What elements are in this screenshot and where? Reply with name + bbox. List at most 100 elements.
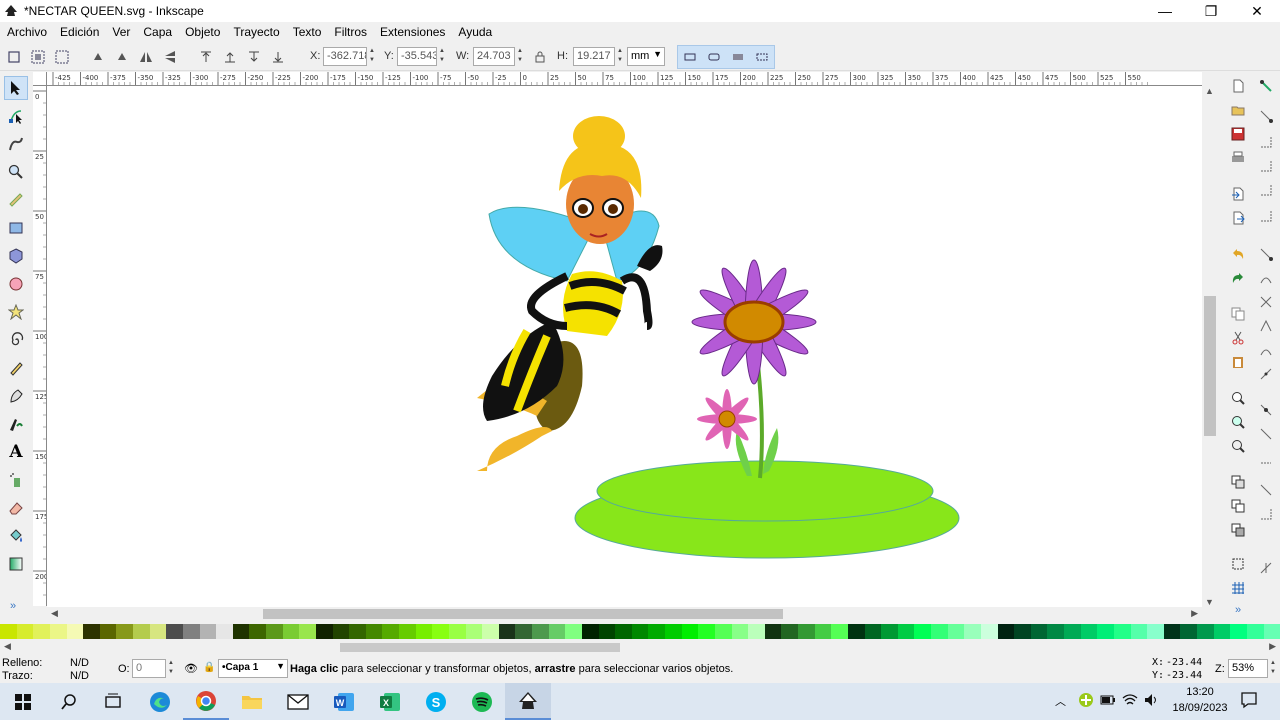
scroll-left-icon[interactable]: ◀: [51, 608, 58, 619]
palette-swatch[interactable]: [498, 624, 516, 639]
opacity-spinner[interactable]: ▲ ▼: [166, 659, 176, 678]
scale-stroke-icon[interactable]: [680, 47, 700, 67]
scale-radii-icon[interactable]: [704, 47, 724, 67]
palette-swatch[interactable]: [931, 624, 948, 639]
snap-path-icon[interactable]: [1256, 268, 1276, 288]
file-explorer-icon[interactable]: [229, 683, 275, 720]
palette-swatch[interactable]: [631, 624, 649, 639]
y-spinner[interactable]: ▲ ▼: [437, 47, 447, 66]
stroke-value[interactable]: N/D: [70, 670, 89, 682]
palette-swatch[interactable]: [166, 624, 183, 639]
search-icon[interactable]: [46, 683, 92, 720]
notifications-icon[interactable]: [1240, 691, 1258, 712]
node-icon[interactable]: [4, 104, 28, 128]
palette-swatch[interactable]: [33, 624, 50, 639]
pencil-icon[interactable]: [4, 356, 28, 380]
palette-swatch[interactable]: [914, 624, 931, 639]
rotate-cw-icon[interactable]: [112, 47, 132, 67]
menu-extensiones[interactable]: Extensiones: [373, 25, 451, 39]
palette-swatch[interactable]: [465, 624, 483, 639]
snap-rotation-icon[interactable]: [1256, 424, 1276, 444]
palette-swatch[interactable]: [1246, 624, 1264, 639]
palette-swatch[interactable]: [665, 624, 682, 639]
palette-swatch[interactable]: [515, 624, 532, 639]
copy-icon[interactable]: [1228, 304, 1248, 324]
skype-icon[interactable]: S: [413, 683, 459, 720]
duplicate-icon[interactable]: [1228, 472, 1248, 492]
palette-swatch[interactable]: [897, 624, 915, 639]
palette-swatch[interactable]: [399, 624, 416, 639]
palette-scroll-right-icon[interactable]: ▶: [1269, 641, 1276, 652]
toolbox-overflow-icon[interactable]: »: [10, 600, 16, 612]
fill-value[interactable]: N/D: [70, 657, 89, 669]
battery-icon[interactable]: [1100, 693, 1116, 710]
maximize-icon[interactable]: ❐: [1188, 0, 1234, 22]
spiral-icon[interactable]: [4, 328, 28, 352]
palette-swatch[interactable]: [798, 624, 815, 639]
h-input[interactable]: 19.217: [573, 47, 615, 66]
edge-icon[interactable]: [137, 683, 183, 720]
palette-swatch[interactable]: [116, 624, 133, 639]
tweak-icon[interactable]: [4, 132, 28, 156]
new-document-icon[interactable]: [1228, 76, 1248, 96]
palette-swatch[interactable]: [615, 624, 632, 639]
palette-scroll-thumb[interactable]: [340, 643, 620, 652]
palette-swatch[interactable]: [83, 624, 100, 639]
y-input[interactable]: -35.543: [397, 47, 437, 66]
palette-swatch[interactable]: [16, 624, 34, 639]
redo-icon[interactable]: [1228, 268, 1248, 288]
palette-swatch[interactable]: [581, 624, 599, 639]
cut-icon[interactable]: [1228, 328, 1248, 348]
palette-swatch[interactable]: [548, 624, 566, 639]
menu-ayuda[interactable]: Ayuda: [451, 25, 498, 39]
scroll-up-icon[interactable]: ▲: [1205, 86, 1214, 96]
palette-swatch[interactable]: [415, 624, 433, 639]
palette-swatch[interactable]: [49, 624, 67, 639]
palette-swatch[interactable]: [1163, 624, 1181, 639]
tray-chevron-icon[interactable]: ︿: [1055, 693, 1066, 709]
palette-swatch[interactable]: [964, 624, 981, 639]
ellipse-icon[interactable]: [4, 272, 28, 296]
palette-swatch[interactable]: [216, 624, 233, 639]
color-palette[interactable]: [0, 624, 1280, 639]
menu-trayecto[interactable]: Trayecto: [226, 25, 285, 39]
palette-swatch[interactable]: [1064, 624, 1081, 639]
palette-swatch[interactable]: [1180, 624, 1197, 639]
vertical-scrollbar[interactable]: ▲ ▼: [1202, 86, 1218, 607]
palette-swatch[interactable]: [1197, 624, 1214, 639]
menu-filtros[interactable]: Filtros: [327, 25, 373, 39]
palette-swatch[interactable]: [1263, 624, 1280, 639]
snap-bbox-edge-icon[interactable]: [1256, 132, 1276, 152]
horizontal-scroll-thumb[interactable]: [263, 609, 783, 619]
layer-select[interactable]: •Capa 1 ▼: [218, 659, 288, 678]
3dbox-icon[interactable]: [4, 244, 28, 268]
windows-start-icon[interactable]: [0, 683, 46, 720]
menu-ver[interactable]: Ver: [105, 25, 136, 39]
import-icon[interactable]: [1228, 184, 1248, 204]
select-all-icon[interactable]: [4, 47, 24, 67]
rotate-ccw-icon[interactable]: [88, 47, 108, 67]
close-icon[interactable]: ✕: [1234, 0, 1280, 22]
raise-icon[interactable]: [220, 47, 240, 67]
palette-swatch[interactable]: [1147, 624, 1164, 639]
palette-swatch[interactable]: [332, 624, 350, 639]
palette-swatch[interactable]: [532, 624, 549, 639]
menu-archivo[interactable]: Archivo: [0, 25, 53, 39]
palette-swatch[interactable]: [448, 624, 466, 639]
clone-icon[interactable]: [1228, 496, 1248, 516]
snap-guide-icon[interactable]: [1256, 558, 1276, 578]
raise-to-top-icon[interactable]: [196, 47, 216, 67]
snap-page-icon[interactable]: [1256, 480, 1276, 500]
mail-icon[interactable]: [275, 683, 321, 720]
save-icon[interactable]: [1228, 124, 1248, 144]
palette-swatch[interactable]: [864, 624, 882, 639]
unit-select[interactable]: mm ▼: [627, 47, 665, 66]
purple-flower[interactable]: [691, 259, 817, 479]
volume-icon[interactable]: [1144, 693, 1160, 710]
palette-swatch[interactable]: [249, 624, 266, 639]
palette-scroll-left-icon[interactable]: ◀: [4, 641, 11, 652]
undo-icon[interactable]: [1228, 244, 1248, 264]
palette-scrollbar[interactable]: ◀ ▶: [0, 640, 1280, 654]
opacity-input[interactable]: 0: [132, 659, 166, 678]
unlink-clone-icon[interactable]: [1228, 520, 1248, 540]
